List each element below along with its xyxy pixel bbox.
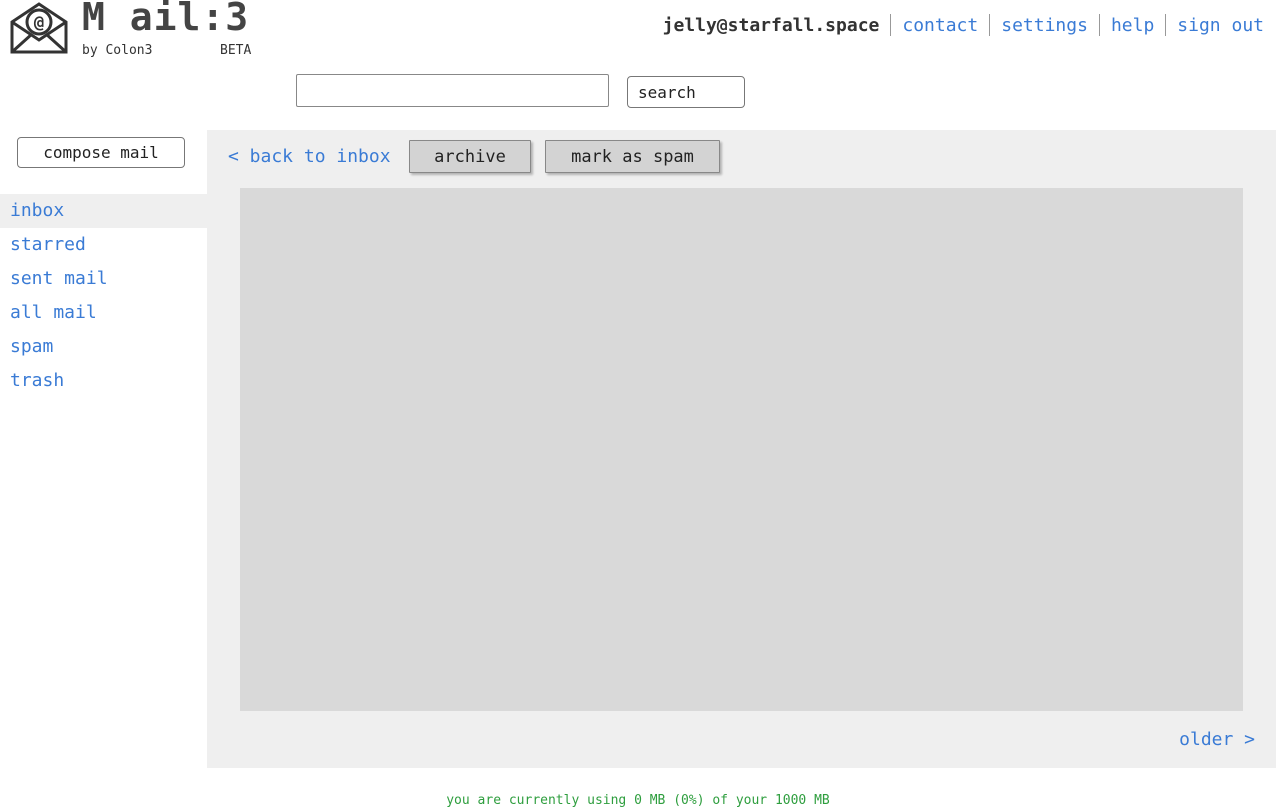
top-nav: jelly@starfall.space contact settings he… (663, 14, 1264, 36)
sidebar-item-spam[interactable]: spam (0, 330, 207, 364)
sidebar-item-label[interactable]: starred (10, 234, 86, 255)
mark-as-spam-button[interactable]: mark as spam (545, 140, 720, 173)
nav-divider (989, 14, 991, 36)
search-button[interactable]: search (627, 76, 745, 108)
sidebar-item-starred[interactable]: starred (0, 228, 207, 262)
search-input[interactable] (296, 74, 609, 107)
nav-divider (890, 14, 892, 36)
sidebar-item-sent-mail[interactable]: sent mail (0, 262, 207, 296)
app-logo-text: M ail:3 (82, 0, 250, 39)
svg-text:@: @ (34, 13, 44, 33)
nav-divider (1165, 14, 1167, 36)
archive-button[interactable]: archive (409, 140, 531, 173)
older-link[interactable]: older > (1179, 729, 1255, 750)
byline: by Colon3 (82, 43, 153, 58)
sidebar-item-all-mail[interactable]: all mail (0, 296, 207, 330)
sidebar-item-label[interactable]: inbox (10, 200, 64, 221)
settings-link[interactable]: settings (1001, 15, 1088, 36)
folder-list: inbox starred sent mail all mail spam tr… (0, 194, 207, 398)
user-email: jelly@starfall.space (662, 14, 880, 36)
beta-badge: BETA (220, 43, 252, 58)
compose-mail-button[interactable]: compose mail (17, 137, 185, 168)
envelope-logo-icon: @ (10, 2, 68, 54)
message-body (240, 188, 1243, 711)
contact-link[interactable]: contact (902, 15, 978, 36)
sidebar-item-label[interactable]: all mail (10, 302, 97, 323)
sidebar-item-label[interactable]: trash (10, 370, 64, 391)
sidebar-item-label[interactable]: sent mail (10, 268, 108, 289)
sidebar-item-inbox[interactable]: inbox (0, 194, 207, 228)
help-link[interactable]: help (1111, 15, 1154, 36)
sidebar-item-label[interactable]: spam (10, 336, 53, 357)
nav-divider (1098, 14, 1100, 36)
sidebar-item-trash[interactable]: trash (0, 364, 207, 398)
storage-usage-text: you are currently using 0 MB (0%) of you… (446, 793, 830, 808)
back-to-inbox-link[interactable]: < back to inbox (228, 145, 391, 169)
sign-out-link[interactable]: sign out (1177, 15, 1264, 36)
